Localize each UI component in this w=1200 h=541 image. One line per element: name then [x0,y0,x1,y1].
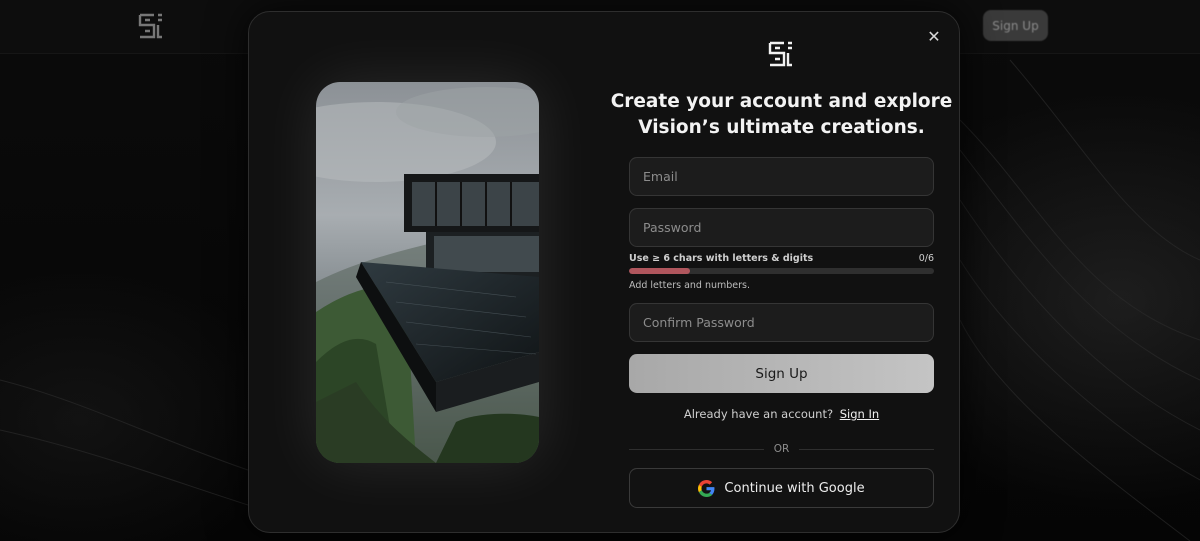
password-hint-row: Use ≥ 6 chars with letters & digits 0/6 [629,253,934,264]
password-strength-fill [629,268,690,274]
divider-line-left [629,448,764,450]
password-field[interactable] [629,208,934,247]
confirm-password-field[interactable] [629,303,934,342]
signin-link[interactable]: Sign In [840,407,879,421]
google-signin-button[interactable]: Continue with Google [629,468,934,508]
brand-logo-icon [138,13,162,39]
signup-modal: ✕ Create your account and explore Vision… [248,11,960,533]
signup-button[interactable]: Sign Up [629,354,934,393]
have-account-text: Already have an account? [683,407,834,421]
hero-image [316,82,539,463]
password-strength-meter [629,268,934,274]
heading-line-2: Vision’s ultimate creations. [638,117,925,138]
google-g-icon [698,479,715,497]
password-rule: Use ≥ 6 chars with letters & digits [629,253,814,264]
or-label: OR [773,443,790,455]
google-button-label: Continue with Google [724,480,865,496]
background-signup-button: Sign Up [983,10,1048,41]
close-icon[interactable]: ✕ [923,26,945,48]
password-advice: Add letters and numbers. [629,280,751,291]
or-divider: OR [629,441,934,457]
password-counter: 0/6 [918,253,934,264]
brand-logo-icon [768,41,792,67]
email-field[interactable] [629,157,934,196]
divider-line-right [799,448,934,450]
page-title: Create your account and explore Vision’s… [609,89,954,141]
heading-line-1: Create your account and explore [610,91,953,112]
signin-prompt: Already have an account? Sign In [629,407,934,421]
